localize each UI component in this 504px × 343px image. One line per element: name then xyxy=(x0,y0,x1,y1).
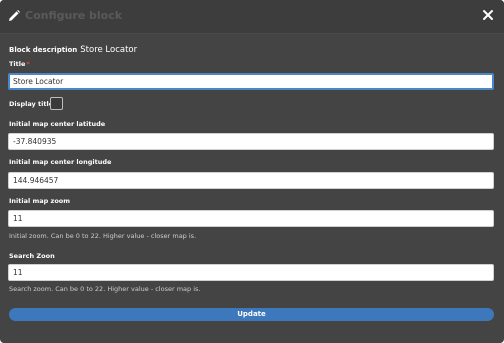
longitude-input[interactable]: 144.946457 xyxy=(8,172,494,189)
title-label: Title* xyxy=(9,60,30,68)
search-zoom-help-text: Search zoom. Can be 0 to 22. Higher valu… xyxy=(9,285,201,293)
block-description-label: Block description xyxy=(9,46,78,54)
close-icon[interactable] xyxy=(482,9,494,21)
zoom-input[interactable]: 11 xyxy=(8,210,494,227)
zoom-help-text: Initial zoom. Can be 0 to 22. Higher val… xyxy=(9,232,197,240)
zoom-label: Initial map zoom xyxy=(9,197,71,205)
title-label-text: Title xyxy=(9,60,26,68)
search-zoom-label: Search Zoon xyxy=(9,252,55,260)
required-marker: * xyxy=(26,60,30,68)
latitude-label: Initial map center latitude xyxy=(9,120,106,128)
configure-block-dialog: Configure block Block description Store L… xyxy=(0,0,504,343)
dialog-title: Configure block xyxy=(25,9,123,22)
dialog-titlebar: Configure block xyxy=(0,0,504,34)
pencil-icon xyxy=(9,10,20,21)
title-input[interactable]: Store Locator xyxy=(8,73,494,90)
display-title-label: Display title xyxy=(9,100,54,108)
longitude-label: Initial map center longitude xyxy=(9,158,112,166)
search-zoom-input[interactable]: 11 xyxy=(8,264,494,281)
latitude-input[interactable]: -37.840935 xyxy=(8,133,494,150)
block-description: Block description Store Locator xyxy=(9,37,137,56)
block-description-value: Store Locator xyxy=(80,45,138,55)
update-button[interactable]: Update xyxy=(9,308,494,321)
display-title-checkbox[interactable] xyxy=(50,97,63,110)
